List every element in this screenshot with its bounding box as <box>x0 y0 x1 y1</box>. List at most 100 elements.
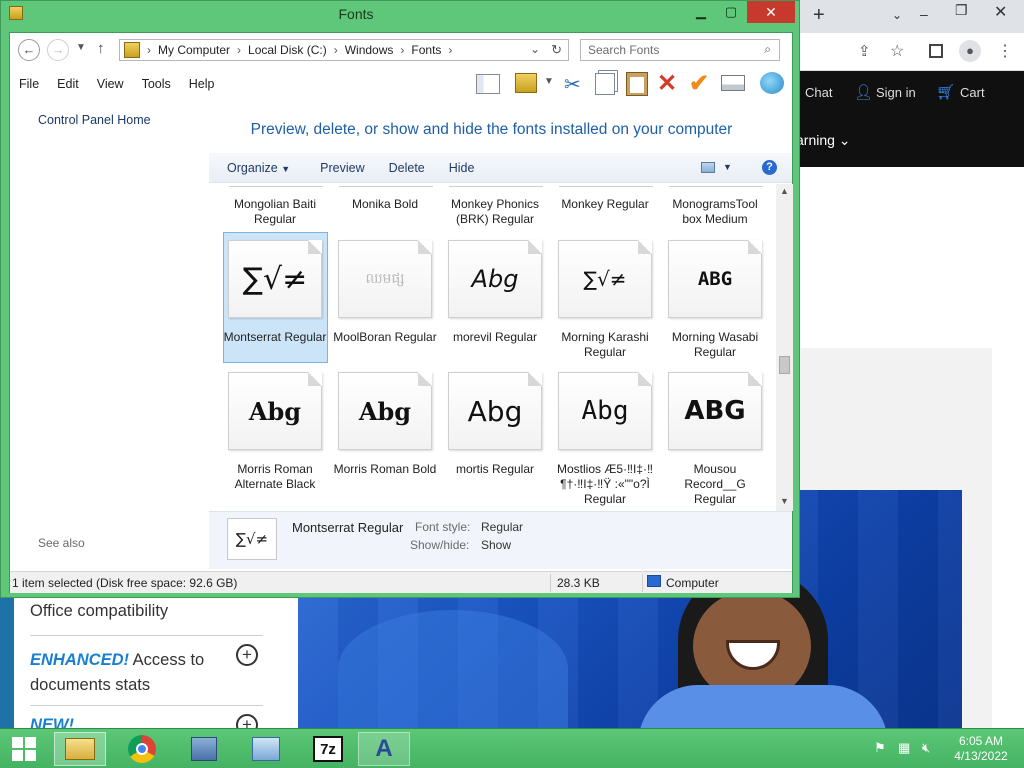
taskbar-file-explorer[interactable] <box>54 732 106 766</box>
taskbar-chrome[interactable] <box>116 732 168 766</box>
breadcrumb-windows[interactable]: Windows <box>345 43 394 57</box>
expand-plus-icon[interactable]: + <box>236 644 258 666</box>
minimize-button[interactable]: ▁ <box>687 1 715 23</box>
font-item-mortis[interactable]: Abg mortis Regular <box>442 372 548 511</box>
breadcrumb-separator: › <box>147 43 151 57</box>
side-panel-icon[interactable] <box>929 44 943 58</box>
action-center-flag-icon[interactable]: ⚑ <box>874 740 886 756</box>
learning-label: arning <box>796 132 835 148</box>
font-item-morevil[interactable]: Abg morevil Regular <box>442 240 548 364</box>
view-options-chevron-icon[interactable]: ▼ <box>723 162 732 172</box>
folder-options-icon[interactable] <box>515 73 537 93</box>
browser-menu-icon[interactable]: ⋮ <box>997 41 1013 61</box>
paste-icon[interactable] <box>626 72 648 96</box>
menu-help[interactable]: Help <box>180 77 224 91</box>
hide-button[interactable]: Hide <box>437 161 487 175</box>
start-button[interactable] <box>0 732 48 766</box>
feature-list: Office compatibility ENHANCED! Access to… <box>14 598 298 736</box>
system-clock[interactable]: 6:05 AM 4/13/2022 <box>946 734 1016 764</box>
close-button[interactable]: ✕ <box>747 1 795 23</box>
control-panel-home-link[interactable]: Control Panel Home <box>38 113 151 127</box>
close-icon[interactable]: ✕ <box>994 2 1007 22</box>
font-item-monkey-regular[interactable]: Monkey Regular <box>552 197 658 212</box>
restore-icon[interactable]: ❐ <box>955 2 968 19</box>
bookmark-star-icon[interactable]: ☆ <box>890 41 904 61</box>
breadcrumb-my-computer[interactable]: My Computer <box>158 43 230 57</box>
back-arrow-icon[interactable]: ← <box>18 39 40 61</box>
new-tab-icon[interactable]: + <box>813 4 825 27</box>
share-icon[interactable]: ⇪ <box>858 42 871 60</box>
search-icon: ⌕ <box>764 42 771 56</box>
up-arrow-icon[interactable]: ↑ <box>97 40 105 57</box>
scrollbar-thumb[interactable] <box>779 356 790 374</box>
font-item-montserrat[interactable]: ∑√≠ Montserrat Regular <box>222 240 328 364</box>
office-compatibility-text: Office compatibility <box>30 602 169 620</box>
cart-link[interactable]: Cart <box>960 85 985 100</box>
font-item-monogramstoolbox[interactable]: MonogramsTool box Medium <box>662 197 768 227</box>
address-bar[interactable]: › My Computer › Local Disk (C:) › Window… <box>119 39 569 61</box>
font-preview-glyph: Abg <box>358 396 412 426</box>
scroll-down-icon[interactable]: ▼ <box>780 496 789 506</box>
taskbar-network-app[interactable] <box>178 732 230 766</box>
volume-muted-icon[interactable]: 🔇︎ <box>922 740 930 756</box>
font-item-mostlios[interactable]: Abg Mostlios Æ5·‼I‡·‼¶†·‼I‡·‼Ÿ :«""o?Ì R… <box>552 372 658 511</box>
learning-menu[interactable]: arning ⌄ <box>796 132 851 149</box>
font-item-monika-bold[interactable]: Monika Bold <box>332 197 438 212</box>
delete-x-icon[interactable]: ✕ <box>657 69 677 98</box>
scroll-up-icon[interactable]: ▲ <box>780 186 789 196</box>
recent-pages-chevron-icon[interactable]: ▼ <box>76 42 86 53</box>
layout-pane-icon[interactable] <box>476 74 500 94</box>
address-dropdown-chevron-icon[interactable]: ⌄ <box>530 42 540 56</box>
taskbar-control-panel[interactable] <box>240 732 292 766</box>
profile-avatar-icon[interactable]: ● <box>959 40 981 62</box>
tab-list-chevron-icon[interactable]: ⌄ <box>892 8 902 22</box>
font-item-mongolian-baiti[interactable]: Mongolian Baiti Regular <box>222 197 328 227</box>
help-icon[interactable]: ? <box>762 160 777 175</box>
cut-icon[interactable]: ✂ <box>564 72 581 97</box>
font-preview-tile: ∑√≠ <box>558 240 652 318</box>
checkmark-icon[interactable]: ✔ <box>689 69 709 98</box>
see-also-label: See also <box>38 536 85 550</box>
copy-icon[interactable] <box>595 73 615 95</box>
delete-button[interactable]: Delete <box>377 161 437 175</box>
windows-logo-icon <box>12 737 36 761</box>
font-item-morning-wasabi[interactable]: ABG Morning Wasabi Regular <box>662 240 768 364</box>
font-item-morris-roman-bold[interactable]: Abg Morris Roman Bold <box>332 372 438 511</box>
globe-icon[interactable] <box>760 72 784 94</box>
chat-link[interactable]: Chat <box>805 85 832 100</box>
breadcrumb-fonts[interactable]: Fonts <box>411 43 441 57</box>
status-bar: 1 item selected (Disk free space: 92.6 G… <box>10 571 792 593</box>
dropdown-chevron-icon[interactable]: ▼ <box>544 76 554 87</box>
search-input[interactable]: Search Fonts ⌕ <box>580 39 780 61</box>
menu-file[interactable]: File <box>10 77 48 91</box>
font-item-morning-karashi[interactable]: ∑√≠ Morning Karashi Regular <box>552 240 658 364</box>
refresh-icon[interactable]: ↻ <box>551 42 562 58</box>
font-preview-tile: Abg <box>338 372 432 450</box>
person-shirt <box>638 685 888 728</box>
menu-edit[interactable]: Edit <box>48 77 88 91</box>
taskbar-7zip[interactable]: 7z <box>302 732 354 766</box>
menu-view[interactable]: View <box>88 77 133 91</box>
font-item-monkey-phonics[interactable]: Monkey Phonics (BRK) Regular <box>442 197 548 227</box>
vertical-scrollbar[interactable]: ▲ ▼ <box>776 184 793 511</box>
font-item-mousou-record[interactable]: ABG Mousou Record__G Regular <box>662 372 768 511</box>
sign-in-link[interactable]: Sign in <box>876 85 916 100</box>
enhanced-tag: ENHANCED! <box>30 651 129 669</box>
font-name: Mostlios Æ5·‼I‡·‼¶†·‼I‡·‼Ÿ :«""o?Ì Regul… <box>556 462 654 506</box>
minimize-icon[interactable]: – <box>920 6 928 22</box>
font-preview-tile: ∑√≠ <box>228 240 322 318</box>
forward-arrow-icon[interactable]: → <box>47 39 69 61</box>
user-icon: 👤︎ <box>854 84 874 101</box>
preview-button[interactable]: Preview <box>302 161 376 175</box>
font-item-moolboran[interactable]: ឈមផ្ស MoolBoran Regular <box>332 240 438 364</box>
menu-tools[interactable]: Tools <box>133 77 180 91</box>
organize-button[interactable]: Organize ▼ <box>209 161 302 175</box>
change-view-icon[interactable] <box>701 162 715 173</box>
font-item-morris-roman-alternate-black[interactable]: Abg Morris Roman Alternate Black <box>222 372 328 511</box>
taskbar-fonts-app[interactable]: A <box>358 732 410 766</box>
maximize-button[interactable]: ▢ <box>717 1 745 23</box>
properties-icon[interactable] <box>721 75 745 91</box>
font-name: Morris Roman Alternate Black <box>234 462 316 491</box>
network-icon[interactable]: ▦ <box>898 740 910 756</box>
breadcrumb-local-disk[interactable]: Local Disk (C:) <box>248 43 327 57</box>
